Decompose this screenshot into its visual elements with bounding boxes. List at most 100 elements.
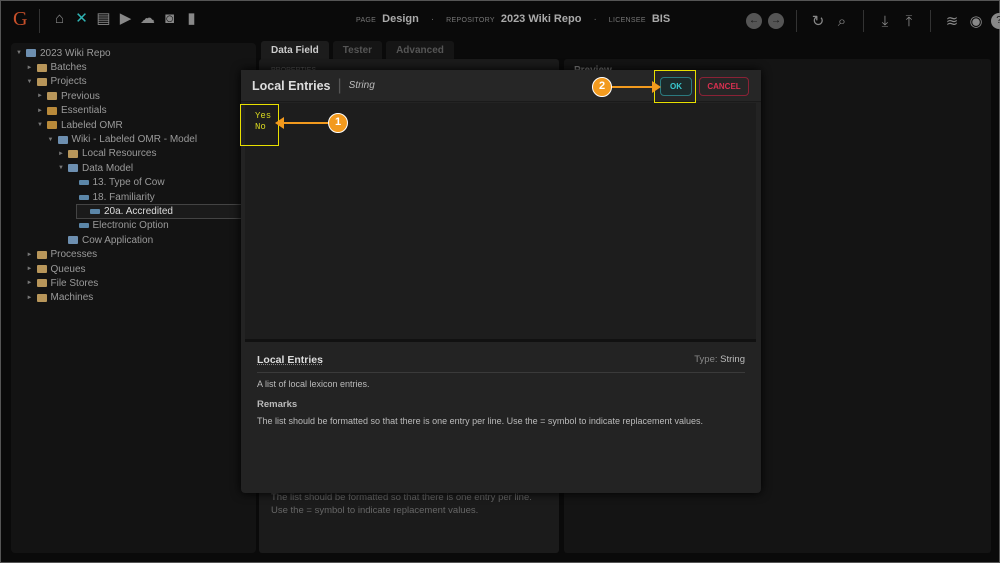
expand-toggle-icon[interactable]: ► <box>27 266 37 272</box>
tree-item-label: 2023 Wiki Repo <box>40 47 111 59</box>
expand-toggle-icon[interactable]: ► <box>27 252 37 258</box>
tree-item[interactable]: ▼ Wiki - Labeled OMR - Model <box>11 132 256 146</box>
repository-tree: ▼ 2023 Wiki Repo ► Batches ▼ Projects ► Previou… <box>11 43 256 553</box>
folder-icon <box>36 293 47 302</box>
tree-item-label: Queues <box>50 263 86 275</box>
tree-item[interactable]: Electronic Option <box>11 219 256 233</box>
tree-item[interactable]: ▼ Data Model <box>11 161 256 175</box>
folder-icon <box>68 149 78 158</box>
tree-item-label: Electronic Option <box>92 220 169 232</box>
tab-tester[interactable]: Tester <box>332 41 383 60</box>
media-icon[interactable]: ▶ <box>117 10 134 27</box>
expand-toggle-icon[interactable]: ▼ <box>48 137 58 143</box>
tree-item-label: Wiki - Labeled OMR - Model <box>71 134 198 146</box>
repo-icon <box>68 164 78 173</box>
tree-item[interactable]: ► File Stores <box>11 276 256 290</box>
licensee-value: BIS <box>651 13 671 25</box>
tree-item-label: Previous <box>61 90 100 102</box>
repo-value: 2023 Wiki Repo <box>500 13 582 25</box>
dialog-type: String <box>348 80 375 91</box>
back-icon[interactable]: ← <box>746 13 762 29</box>
highlight-box <box>240 104 279 146</box>
briefcase-clock-icon[interactable]: ◙ <box>161 10 178 27</box>
remarks-body: The list should be formatted so that the… <box>257 416 703 426</box>
app-logo[interactable]: G <box>13 8 27 31</box>
cloud-upload-icon[interactable]: ☁ <box>139 10 156 27</box>
help-section: Local Entries Type: String A list of loc… <box>257 354 745 436</box>
tree-item[interactable]: ▼ Labeled OMR <box>11 118 256 132</box>
tree-item[interactable]: ► Batches <box>11 60 256 74</box>
folder-icon <box>47 92 57 101</box>
tree-item[interactable]: ▼ Projects <box>11 75 256 89</box>
forward-icon[interactable]: → <box>768 13 784 29</box>
local-entries-dialog: Local Entries | String OK CANCEL Yes No … <box>241 70 761 493</box>
expand-toggle-icon[interactable]: ▼ <box>37 122 47 128</box>
tree-item[interactable]: ► Essentials <box>11 104 256 118</box>
licensee-label: LICENSEE <box>608 17 646 24</box>
tree-item[interactable]: ▼ 2023 Wiki Repo <box>11 46 256 60</box>
tree-item[interactable]: 20a. Accredited <box>76 204 242 219</box>
tree-item[interactable]: ► Local Resources <box>11 147 256 161</box>
tab-data-field[interactable]: Data Field <box>261 41 329 60</box>
cancel-button[interactable]: CANCEL <box>699 77 749 96</box>
tree-item[interactable]: ► Machines <box>11 291 256 305</box>
folder-icon <box>36 265 47 274</box>
repo-label: REPOSITORY <box>446 17 495 24</box>
folder-icon <box>36 250 47 259</box>
expand-toggle-icon[interactable]: ▼ <box>16 50 26 56</box>
repo-icon <box>57 135 68 144</box>
archive-icon[interactable]: ▤ <box>95 10 112 27</box>
expand-toggle-icon[interactable]: ► <box>27 65 37 71</box>
entries-textarea[interactable]: Yes No <box>245 103 756 339</box>
tree-item-label: File Stores <box>50 277 99 289</box>
tools-icon[interactable]: ✕ <box>73 10 90 27</box>
tree-item-label: Machines <box>50 292 94 304</box>
tree-item[interactable]: Cow Application <box>11 233 256 247</box>
help-icon[interactable]: ? <box>991 13 1000 29</box>
database-icon[interactable]: ≋ <box>943 12 961 30</box>
remarks-text: The list should be formatted so that the… <box>271 492 532 516</box>
splitter[interactable] <box>245 339 756 342</box>
dialog-title: Local Entries <box>252 78 331 93</box>
repo-icon <box>26 49 36 58</box>
expand-toggle-icon[interactable]: ► <box>27 295 37 301</box>
expand-toggle-icon[interactable]: ► <box>37 93 47 99</box>
type-label: Type: <box>694 354 718 365</box>
expand-toggle-icon[interactable]: ▼ <box>58 165 68 171</box>
tree-item-label: Batches <box>50 62 87 74</box>
field-icon <box>78 223 89 229</box>
expand-toggle-icon[interactable]: ▼ <box>27 79 37 85</box>
tree-item[interactable]: ► Previous <box>11 89 256 103</box>
expand-toggle-icon[interactable]: ► <box>27 280 37 286</box>
tree-item-label: Processes <box>50 249 98 261</box>
field-icon <box>78 194 89 200</box>
tree-item-label: 20a. Accredited <box>104 205 173 217</box>
user-icon[interactable]: ◉ <box>967 12 985 30</box>
callout-arrow <box>275 117 328 129</box>
download-icon[interactable]: ⤓ <box>876 13 894 30</box>
upload-icon[interactable]: ⤒ <box>900 13 918 30</box>
tree-item-label: 13. Type of Cow <box>92 177 165 189</box>
tree-item[interactable]: ► Processes <box>11 247 256 261</box>
expand-toggle-icon[interactable]: ► <box>58 151 68 157</box>
tree-item[interactable]: 13. Type of Cow <box>11 176 256 190</box>
folder-icon <box>36 279 47 288</box>
pkg-icon <box>47 121 57 130</box>
expand-toggle-icon[interactable]: ► <box>37 108 47 114</box>
help-description: A list of local lexicon entries. <box>257 379 370 389</box>
field-icon <box>90 208 100 214</box>
callout-badge-2: 2 <box>592 77 612 97</box>
bar-chart-icon[interactable]: ▮ <box>183 10 200 27</box>
tree-item-label: Cow Application <box>82 234 154 246</box>
tab-advanced[interactable]: Advanced <box>386 41 454 60</box>
tree-item-label: Local Resources <box>82 148 157 160</box>
pkg-icon <box>47 106 57 115</box>
callout-arrow <box>611 81 661 93</box>
refresh-icon[interactable]: ↻ <box>809 12 827 30</box>
home-icon[interactable]: ⌂ <box>51 10 68 27</box>
folder-icon <box>36 77 47 86</box>
field-icon <box>78 180 89 186</box>
tree-item[interactable]: 18. Familiarity <box>11 190 256 204</box>
tree-item[interactable]: ► Queues <box>11 262 256 276</box>
search-icon[interactable]: ⌕ <box>833 13 851 30</box>
